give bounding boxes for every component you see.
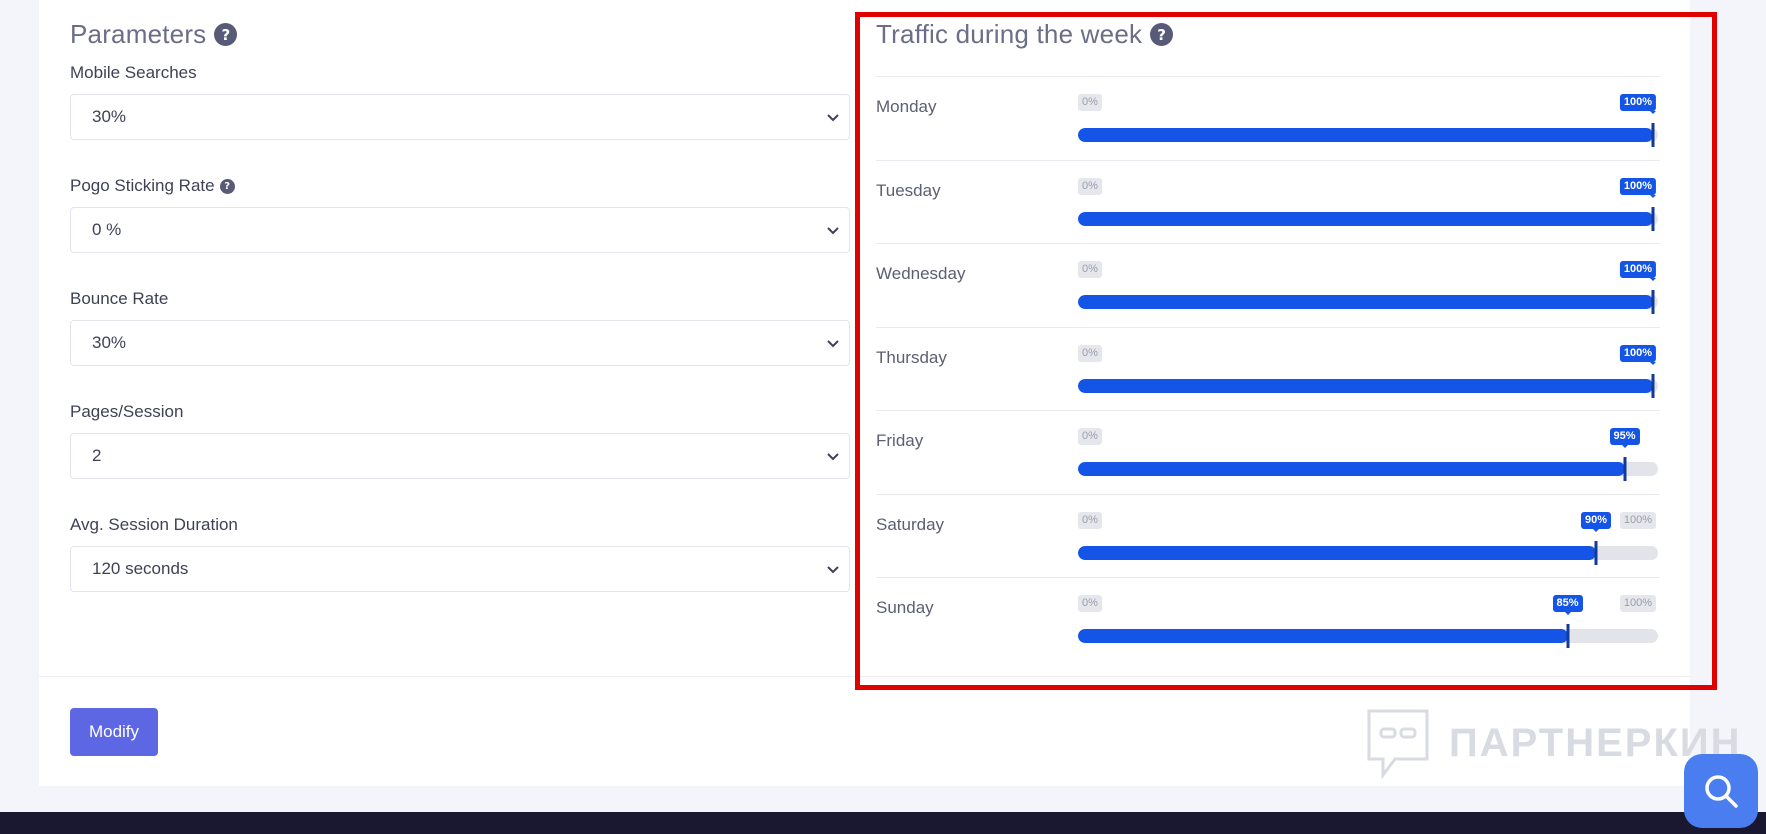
pages-session-label: Pages/Session [70,402,183,422]
pogo-sticking-label-text: Pogo Sticking Rate [70,176,215,195]
avg-session-duration-label-text: Avg. Session Duration [70,515,238,534]
pogo-sticking-select[interactable]: 0 % [70,207,850,253]
chevron-down-icon [827,566,839,574]
bounce-rate-value: 30% [92,333,127,352]
mobile-searches-label-text: Mobile Searches [70,63,197,82]
mobile-searches-label: Mobile Searches [70,63,197,83]
pages-session-label-text: Pages/Session [70,402,184,421]
chevron-down-icon [827,227,839,235]
modify-button[interactable]: Modify [70,708,158,756]
bounce-rate-label: Bounce Rate [70,289,168,309]
search-icon [1705,775,1738,808]
page-footer [0,812,1766,834]
watermark-logo-icon [1367,709,1429,779]
parameters-title: Parameters ? [70,19,238,50]
avg-session-duration-label: Avg. Session Duration [70,515,238,535]
help-icon[interactable]: ? [214,23,238,46]
highlight-frame [855,12,1717,690]
help-icon[interactable]: ? [219,178,235,194]
mobile-searches-value: 30% [92,107,127,126]
pages-session-select[interactable]: 2 [70,433,850,479]
parameters-title-text: Parameters [70,19,207,49]
chevron-down-icon [827,340,839,348]
chevron-down-icon [827,114,839,122]
search-button[interactable] [1684,754,1758,828]
mobile-searches-select[interactable]: 30% [70,94,850,140]
pages-session-value: 2 [92,446,102,465]
avg-session-duration-value: 120 seconds [92,559,189,578]
bounce-rate-label-text: Bounce Rate [70,289,169,308]
bounce-rate-select[interactable]: 30% [70,320,850,366]
pogo-sticking-value: 0 % [92,220,122,239]
chevron-down-icon [827,453,839,461]
avg-session-duration-select[interactable]: 120 seconds [70,546,850,592]
pogo-sticking-label: Pogo Sticking Rate ? [70,176,235,196]
